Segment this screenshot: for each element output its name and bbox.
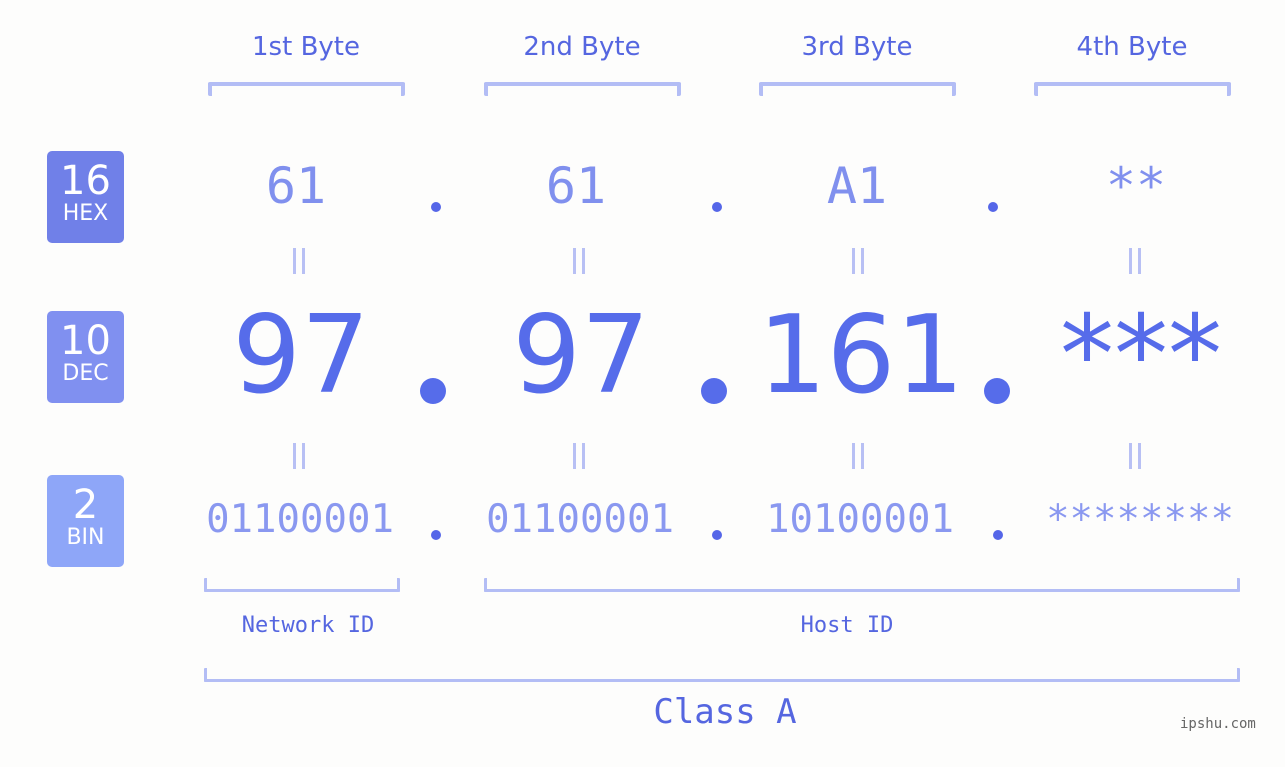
hex-base-label: HEX <box>62 201 109 226</box>
byte-header-1: 1st Byte <box>252 32 360 62</box>
hex-separator-3 <box>988 202 998 212</box>
network-id-bracket <box>204 578 400 592</box>
hex-base-badge: 16 HEX <box>47 151 124 243</box>
bin-base-label: BIN <box>66 525 105 550</box>
byte-header-3: 3rd Byte <box>801 32 913 62</box>
equals-marker <box>1127 248 1143 274</box>
dec-base-label: DEC <box>62 361 109 386</box>
bin-byte-3: 10100001 <box>766 497 954 542</box>
host-id-bracket <box>484 578 1240 592</box>
hex-separator-2 <box>712 202 722 212</box>
byte-bracket-2 <box>484 82 681 96</box>
bin-base-badge: 2 BIN <box>47 475 124 567</box>
equals-marker <box>571 443 587 469</box>
bin-byte-1: 01100001 <box>206 497 394 542</box>
class-label: Class A <box>653 692 797 732</box>
hex-byte-2: 61 <box>545 157 607 215</box>
bin-base-number: 2 <box>72 482 99 528</box>
hex-separator-1 <box>431 202 441 212</box>
dec-byte-1: 97 <box>232 293 370 418</box>
equals-marker <box>291 443 307 469</box>
equals-marker <box>1127 443 1143 469</box>
byte-header-2: 2nd Byte <box>523 32 641 62</box>
network-id-label: Network ID <box>241 613 375 638</box>
dec-byte-3: 161 <box>757 293 965 418</box>
byte-bracket-3 <box>759 82 956 96</box>
watermark: ipshu.com <box>1180 716 1256 732</box>
dec-separator-2 <box>701 378 727 404</box>
equals-marker <box>571 248 587 274</box>
dec-base-number: 10 <box>60 318 111 364</box>
bin-byte-2: 01100001 <box>486 497 674 542</box>
equals-marker <box>850 248 866 274</box>
host-id-label: Host ID <box>800 613 894 638</box>
equals-marker <box>850 443 866 469</box>
dec-separator-3 <box>984 378 1010 404</box>
bin-byte-4: ******** <box>1046 497 1234 542</box>
dec-separator-1 <box>420 378 446 404</box>
bin-separator-1 <box>431 530 441 540</box>
dec-base-badge: 10 DEC <box>47 311 124 403</box>
class-bracket <box>204 668 1240 682</box>
hex-byte-1: 61 <box>265 157 327 215</box>
hex-byte-3: A1 <box>826 157 888 215</box>
byte-bracket-1 <box>208 82 405 96</box>
hex-byte-4: ** <box>1105 157 1167 215</box>
byte-bracket-4 <box>1034 82 1231 96</box>
bin-separator-2 <box>712 530 722 540</box>
byte-header-4: 4th Byte <box>1076 32 1188 62</box>
hex-base-number: 16 <box>60 158 111 204</box>
bin-separator-3 <box>993 530 1003 540</box>
equals-marker <box>291 248 307 274</box>
dec-byte-2: 97 <box>512 293 650 418</box>
dec-byte-4: *** <box>1060 293 1222 418</box>
